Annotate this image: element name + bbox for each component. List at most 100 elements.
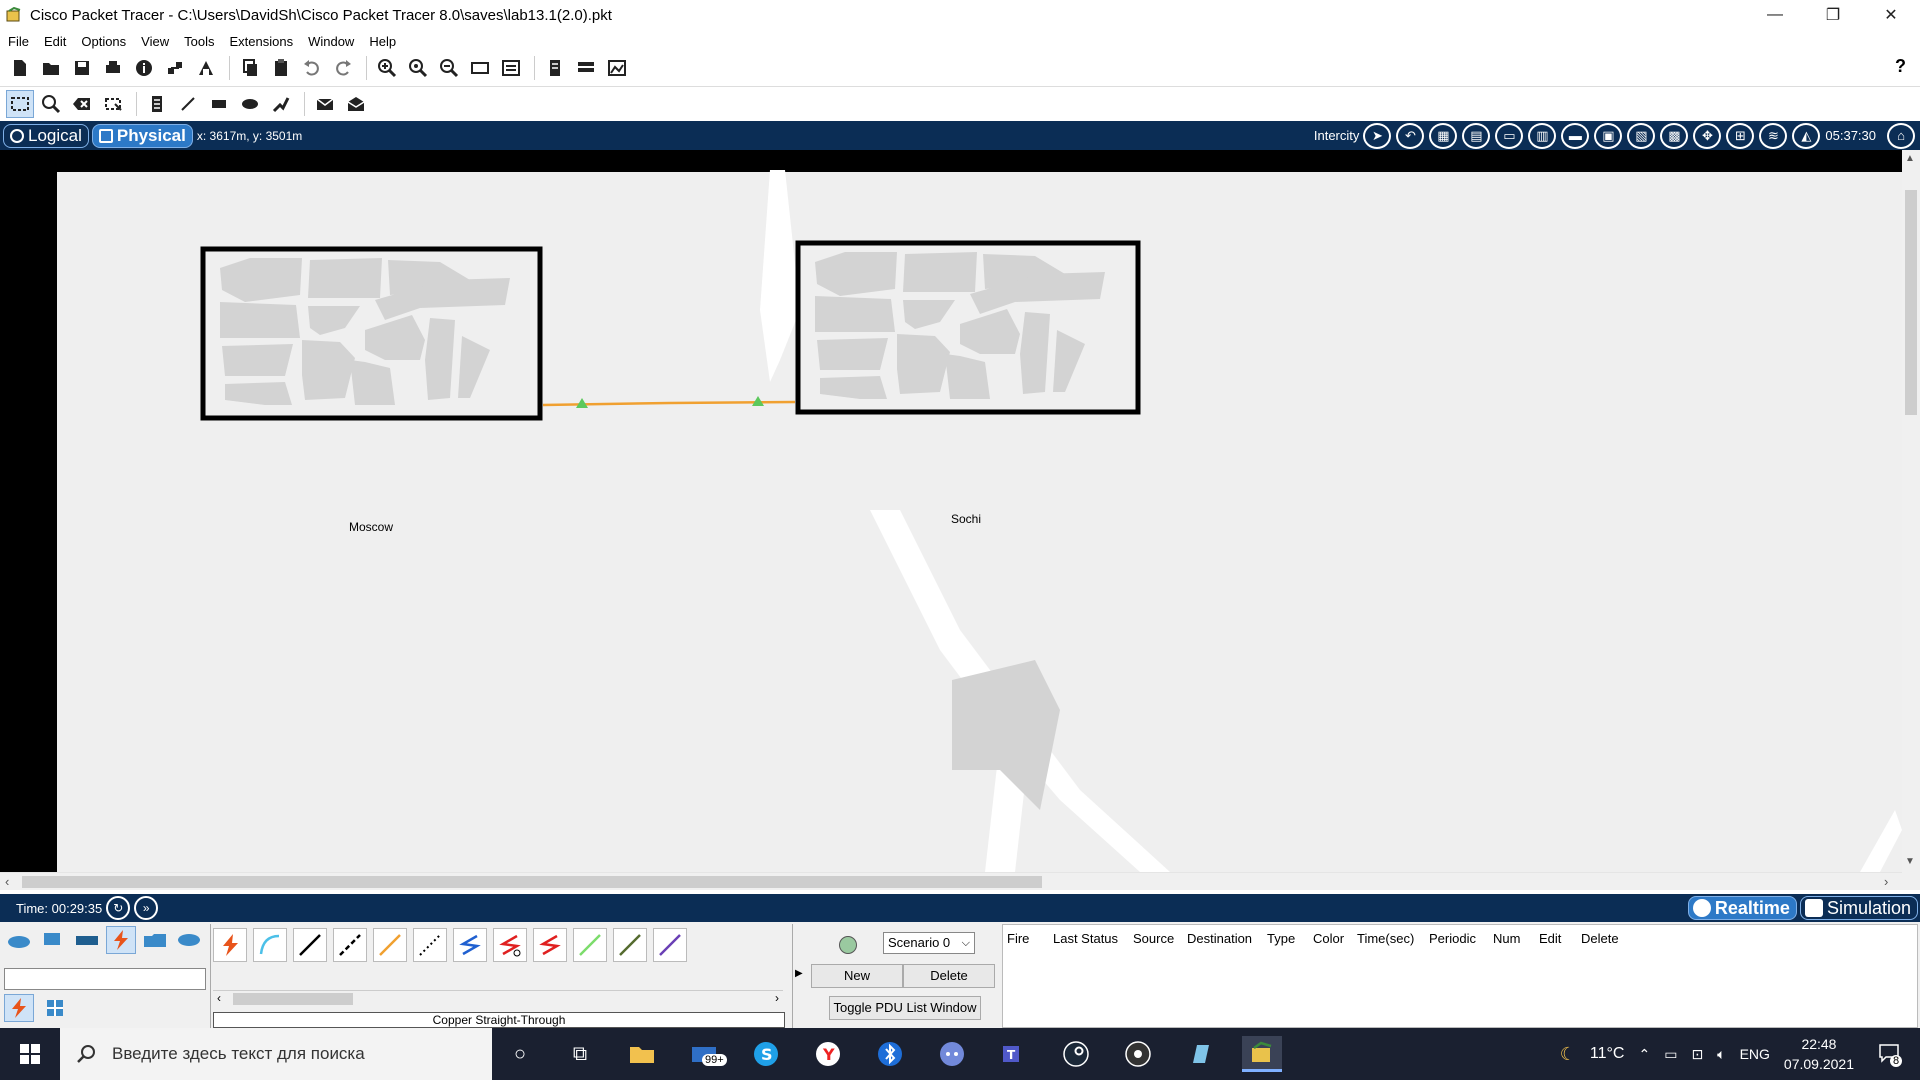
scroll-right-icon[interactable]: ›: [1884, 874, 1888, 889]
copper-straight-through-icon[interactable]: [293, 928, 327, 962]
resize-tool-icon[interactable]: [99, 90, 127, 118]
place-note-icon[interactable]: [143, 90, 171, 118]
menu-help[interactable]: Help: [369, 32, 396, 51]
pdu-column-header[interactable]: Edit: [1539, 931, 1561, 946]
pdu-column-header[interactable]: Fire: [1007, 931, 1029, 946]
coaxial-cable-icon[interactable]: [453, 928, 487, 962]
pdu-column-header[interactable]: Time(sec): [1357, 931, 1414, 946]
weather-temperature[interactable]: 11°C: [1590, 1045, 1625, 1063]
usb-cable-icon[interactable]: [653, 928, 687, 962]
city-moscow[interactable]: [200, 246, 543, 421]
tile-view-icon[interactable]: ⊞: [1726, 122, 1755, 149]
realtime-mode-tab[interactable]: Realtime: [1687, 896, 1797, 920]
copper-cross-over-icon[interactable]: [333, 928, 367, 962]
zoom-in-icon[interactable]: [373, 54, 401, 82]
new-container-icon[interactable]: ▣: [1594, 122, 1623, 149]
vertical-scroll-thumb[interactable]: [1905, 190, 1917, 415]
zoom-reset-icon[interactable]: [404, 54, 432, 82]
chevron-up-icon[interactable]: ⌃: [1638, 1046, 1650, 1063]
fiber-icon[interactable]: [373, 928, 407, 962]
scroll-down-icon[interactable]: ▼: [1905, 856, 1915, 867]
paste-icon[interactable]: [267, 54, 295, 82]
grid-icon[interactable]: ▩: [1660, 122, 1689, 149]
components-icon[interactable]: [72, 926, 102, 954]
delete-scenario-button[interactable]: Delete: [903, 964, 995, 988]
redo-icon[interactable]: [329, 54, 357, 82]
skype-icon[interactable]: S: [746, 1036, 786, 1072]
discord-icon[interactable]: [932, 1036, 972, 1072]
simulation-mode-tab[interactable]: Simulation: [1799, 896, 1918, 920]
cortana-icon[interactable]: ○: [500, 1036, 540, 1072]
print-icon[interactable]: [99, 54, 127, 82]
drawing-palette-icon[interactable]: [466, 54, 494, 82]
connections-category-icon[interactable]: [106, 926, 136, 954]
taskbar-search-box[interactable]: Введите здесь текст для поиска: [60, 1028, 492, 1080]
restore-button[interactable]: ❐: [1804, 0, 1862, 30]
fast-forward-icon[interactable]: »: [134, 896, 159, 920]
connection-scroll-thumb[interactable]: [233, 993, 353, 1005]
iot-custom-cable-icon[interactable]: [613, 928, 647, 962]
miscellaneous-icon[interactable]: [140, 926, 170, 954]
task-view-icon[interactable]: ⧉: [560, 1036, 600, 1072]
multiuser-icon[interactable]: [174, 926, 204, 954]
draw-ellipse-icon[interactable]: [236, 90, 264, 118]
freeform-tool-icon[interactable]: [267, 90, 295, 118]
wireless-icon[interactable]: ≋: [1759, 122, 1788, 149]
physical-view-tab[interactable]: Physical: [91, 123, 193, 148]
pdu-list-icon[interactable]: [541, 54, 569, 82]
workspace-horizontal-scrollbar[interactable]: ‹ ›: [0, 872, 1902, 890]
steam-icon[interactable]: [1056, 1036, 1096, 1072]
open-folder-icon[interactable]: [37, 54, 65, 82]
pdu-column-header[interactable]: Last Status: [1053, 931, 1118, 946]
select-tool-icon[interactable]: [6, 89, 34, 118]
new-table-icon[interactable]: ▬: [1561, 122, 1590, 149]
end-devices-icon[interactable]: [38, 926, 68, 954]
city-sochi[interactable]: [795, 240, 1141, 415]
menu-edit[interactable]: Edit: [44, 32, 66, 51]
logical-view-tab[interactable]: Logical: [3, 123, 89, 148]
bluetooth-app-icon[interactable]: [870, 1036, 910, 1072]
add-complex-pdu-icon[interactable]: [342, 90, 370, 118]
horizontal-scroll-thumb[interactable]: [22, 876, 1042, 888]
background-image-icon[interactable]: ◭: [1792, 122, 1821, 149]
packet-tracer-task-icon[interactable]: [1242, 1036, 1282, 1072]
new-closet-icon[interactable]: ▭: [1495, 122, 1524, 149]
serial-dce-icon[interactable]: [493, 928, 527, 962]
connections-subtype-icon[interactable]: [4, 994, 34, 1022]
inspect-tool-icon[interactable]: [37, 90, 65, 118]
start-button[interactable]: [0, 1028, 60, 1080]
pdu-column-header[interactable]: Destination: [1187, 931, 1252, 946]
move-object-icon[interactable]: ✥: [1693, 122, 1722, 149]
structured-cabling-icon[interactable]: [40, 994, 70, 1022]
new-city-icon[interactable]: ▦: [1429, 122, 1458, 149]
copy-icon[interactable]: [236, 54, 264, 82]
close-button[interactable]: ✕: [1862, 0, 1920, 30]
image-viewer-icon[interactable]: [603, 54, 631, 82]
file-explorer-icon[interactable]: [622, 1036, 662, 1072]
environment-icon[interactable]: 05:37:30: [1825, 123, 1882, 149]
menu-tools[interactable]: Tools: [184, 32, 214, 51]
toggle-pdu-list-button[interactable]: Toggle PDU List Window: [829, 996, 981, 1020]
scenario-info-icon[interactable]: [839, 936, 857, 954]
navigation-compass-icon[interactable]: ➤: [1363, 122, 1392, 149]
automatic-connection-icon[interactable]: [213, 928, 247, 962]
undo-icon[interactable]: [298, 54, 326, 82]
add-simple-pdu-icon[interactable]: [311, 90, 339, 118]
scroll-up-icon[interactable]: ▲: [1905, 153, 1915, 164]
pdu-column-header[interactable]: Type: [1267, 931, 1295, 946]
zoom-out-icon[interactable]: [435, 54, 463, 82]
taskbar-clock[interactable]: 22:48 07.09.2021: [1784, 1034, 1854, 1074]
scroll-left-icon[interactable]: ‹: [5, 874, 9, 889]
scroll-right-icon[interactable]: ›: [775, 991, 779, 1005]
back-icon[interactable]: ↶: [1396, 122, 1425, 149]
workspace-vertical-scrollbar[interactable]: ▲ ▼: [1902, 150, 1920, 872]
pdu-column-header[interactable]: Color: [1313, 931, 1344, 946]
network-devices-icon[interactable]: [4, 926, 34, 954]
menu-options[interactable]: Options: [81, 32, 126, 51]
draw-line-icon[interactable]: [174, 90, 202, 118]
help-icon[interactable]: ?: [1895, 56, 1906, 77]
menu-window[interactable]: Window: [308, 32, 354, 51]
pdu-column-header[interactable]: Periodic: [1429, 931, 1476, 946]
new-rack-icon[interactable]: ▥: [1528, 122, 1557, 149]
delete-tool-icon[interactable]: [68, 90, 96, 118]
